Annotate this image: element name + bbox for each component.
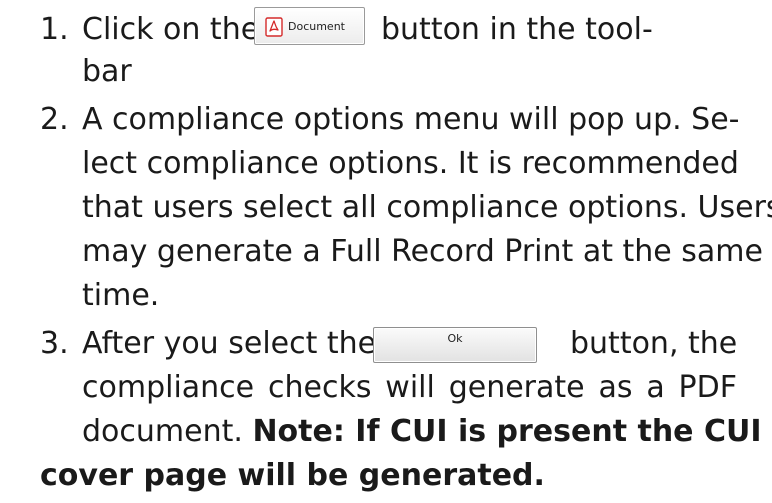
step-2-line-3: that users select all compliance options… (0, 184, 772, 232)
document-button-label: Document (288, 20, 345, 33)
instructions-document: 1. Click on the Document button in the t… (0, 0, 772, 503)
step-3-text-before-button: After you select the (82, 326, 377, 361)
document-toolbar-button-image: Document (254, 7, 365, 45)
step-2-text-line: may generate a Full Record Print at the … (82, 234, 763, 269)
step-1-text-before-button: Click on the (82, 12, 260, 47)
cui-note-part-1: Note: If CUI is present the CUI (252, 414, 762, 449)
step-3-document-word: document. (82, 414, 243, 449)
step-1-number: 1. (40, 12, 69, 47)
step-2-line-1: 2. A compliance options menu will pop up… (0, 96, 772, 144)
step-3-text-after-button: button, the (570, 326, 738, 361)
step-3-line-1: 3. After you select the Ok button, the (0, 320, 772, 368)
step-1-continuation: bar (82, 54, 132, 89)
step-3-line-4: cover page will be generated. (0, 452, 772, 500)
step-1-line-2: bar (0, 48, 772, 96)
ok-button-image: Ok (373, 327, 537, 363)
step-2-text-line: lect compliance options. It is recommend… (82, 146, 739, 181)
step-2-line-4: may generate a Full Record Print at the … (0, 228, 772, 276)
pdf-icon (265, 17, 283, 37)
step-2-text-line: that users select all compliance options… (82, 190, 772, 225)
step-1-line-1: 1. Click on the Document button in the t… (0, 6, 772, 54)
step-2-line-2: lect compliance options. It is recommend… (0, 140, 772, 188)
ok-button-label: Ok (447, 332, 463, 345)
step-2-line-5: time. (0, 272, 772, 320)
step-3-line-2: compliance checks will generate as a PDF (0, 364, 772, 412)
step-3-number: 3. (40, 326, 69, 361)
step-3-line-3: document. Note: If CUI is present the CU… (0, 408, 772, 456)
step-2-number: 2. (40, 102, 69, 137)
step-2-text-line: time. (82, 278, 160, 313)
cui-note-part-2: cover page will be generated. (40, 458, 545, 493)
step-3-text-line: compliance checks will generate as a PDF (82, 370, 737, 405)
step-2-text-line: A compliance options menu will pop up. S… (82, 102, 740, 137)
step-3-text-line: document. Note: If CUI is present the CU… (82, 408, 762, 456)
step-1-text-after-button: button in the tool- (381, 12, 653, 47)
